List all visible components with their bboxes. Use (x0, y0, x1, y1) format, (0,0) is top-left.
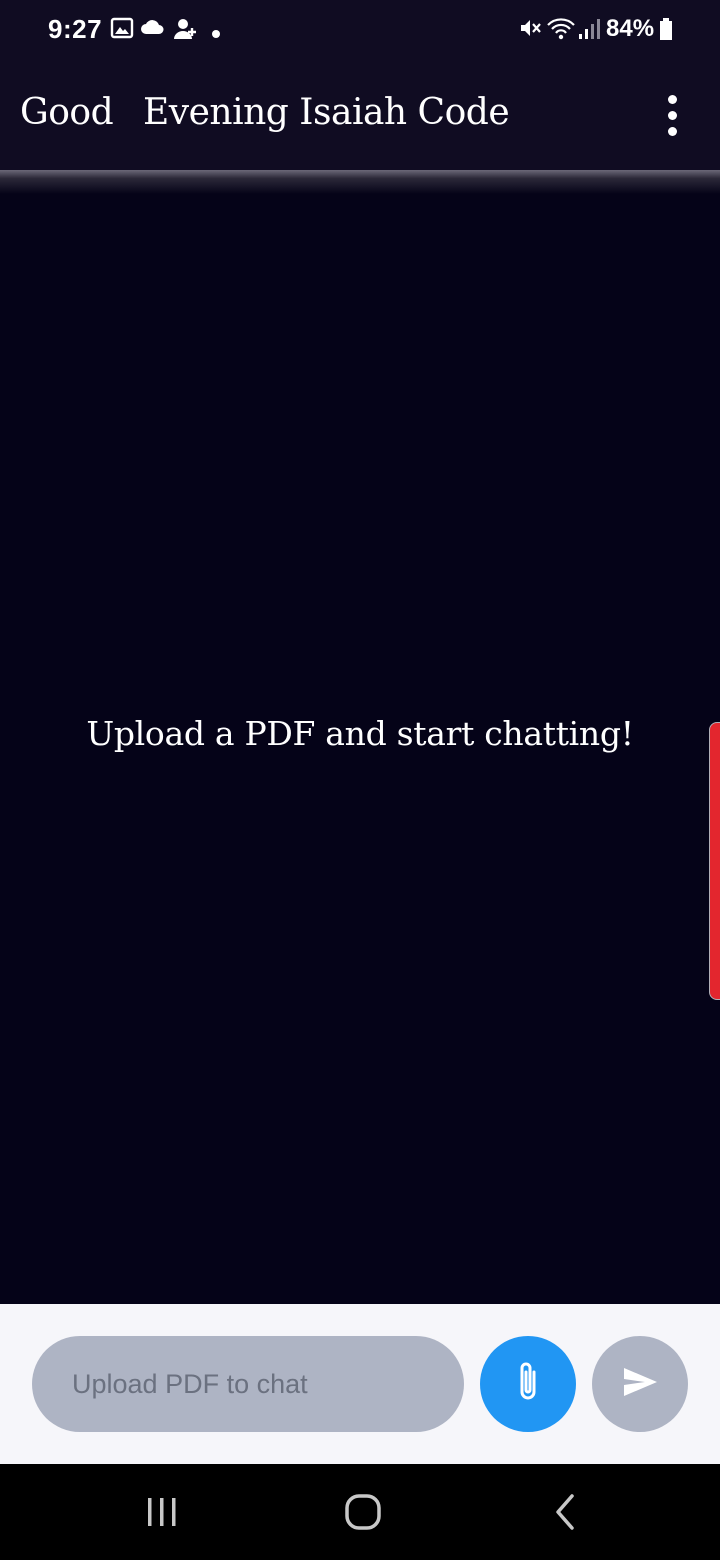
input-bar (0, 1304, 720, 1464)
image-icon (110, 16, 134, 45)
battery-percent: 84% (606, 15, 655, 42)
chat-area: Upload a PDF and start chatting! (0, 194, 720, 1304)
status-time: 9:27 (48, 14, 103, 44)
mute-icon (518, 16, 542, 45)
attach-button[interactable] (480, 1336, 576, 1432)
app-bar-shadow (0, 170, 720, 194)
send-icon (620, 1362, 660, 1407)
battery-icon (660, 18, 672, 45)
greeting-text: Good (20, 92, 114, 133)
more-vert-icon[interactable] (650, 90, 694, 140)
recents-icon[interactable] (144, 1492, 180, 1537)
send-button[interactable] (592, 1336, 688, 1432)
back-icon[interactable] (548, 1492, 580, 1537)
wifi-icon (546, 16, 576, 47)
person-add-icon (172, 16, 198, 47)
cloud-icon (140, 16, 166, 45)
app-bar: Good Evening Isaiah Code (0, 60, 720, 170)
signal-icon (576, 16, 602, 47)
greeting-name-text: Evening Isaiah Code (143, 92, 510, 133)
notification-dot-icon (211, 26, 221, 44)
status-bar: 9:27 84% (0, 0, 720, 60)
home-icon[interactable] (342, 1492, 384, 1537)
edge-panel-handle[interactable] (709, 722, 720, 1000)
message-input[interactable] (32, 1336, 464, 1432)
paperclip-icon (508, 1358, 548, 1411)
empty-state-message: Upload a PDF and start chatting! (86, 714, 634, 753)
navigation-bar (0, 1464, 720, 1560)
